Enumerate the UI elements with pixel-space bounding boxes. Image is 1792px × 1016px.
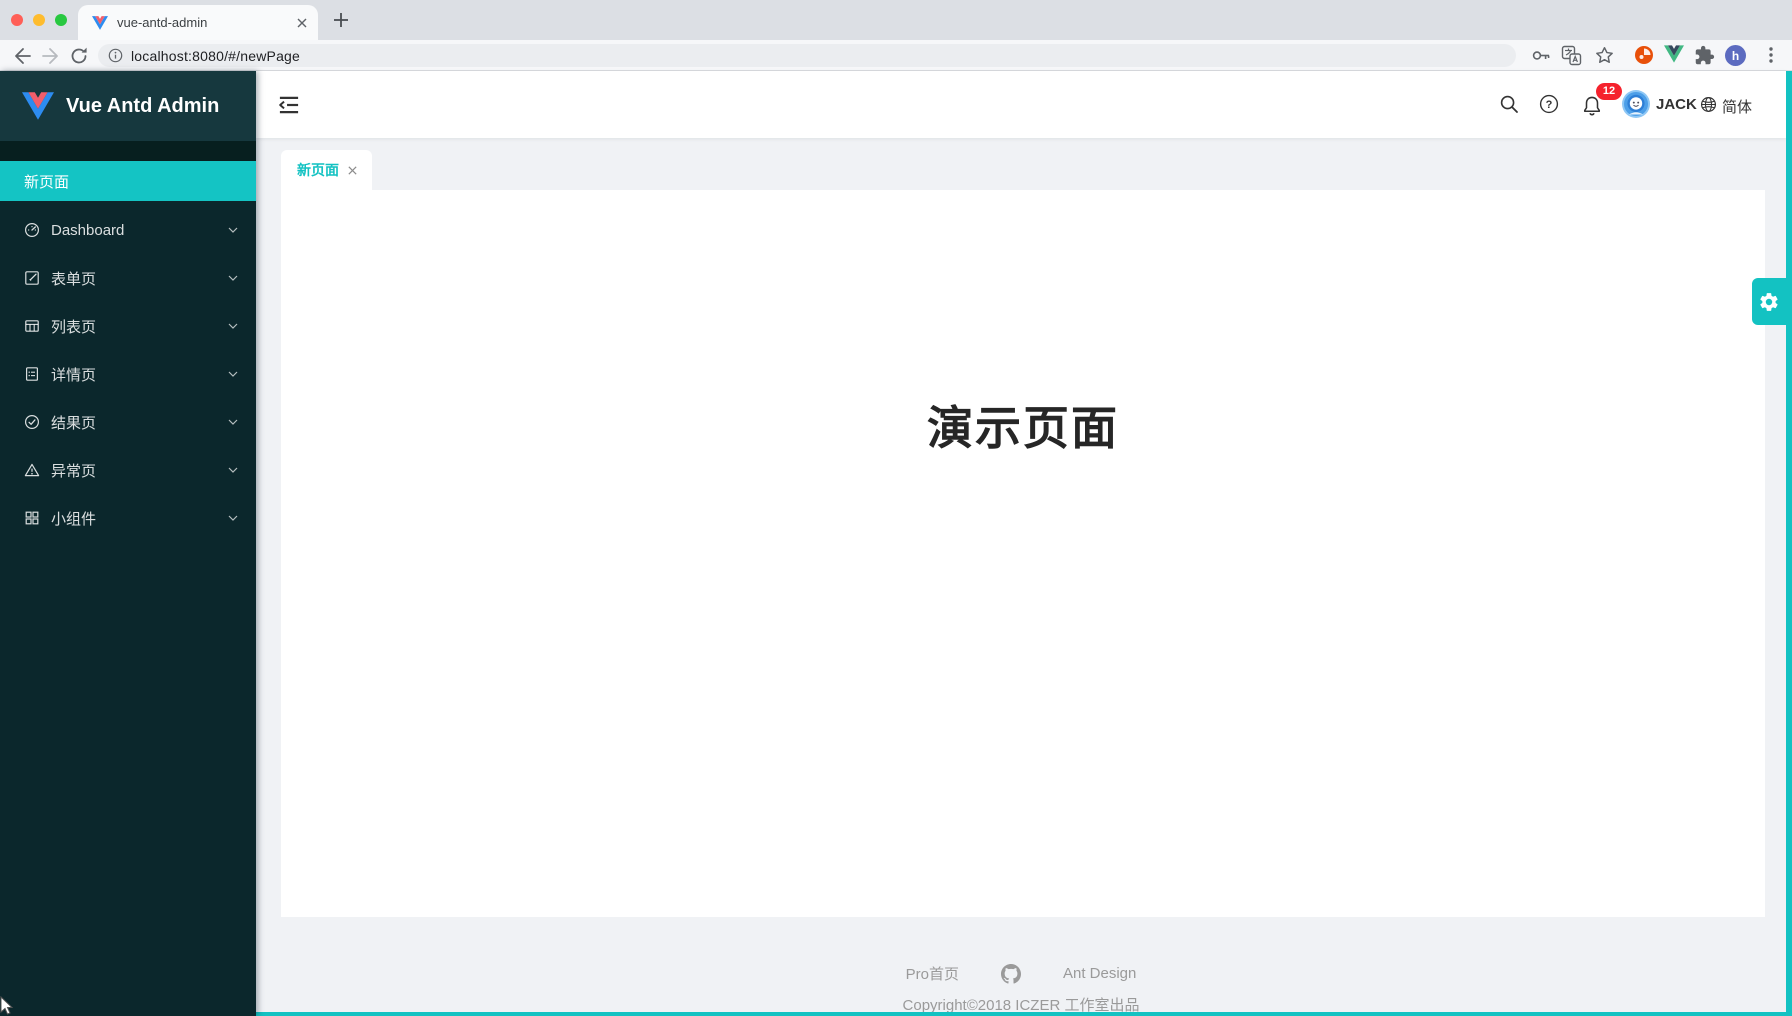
sidebar-item-label: 小组件 — [51, 508, 228, 529]
svg-text:?: ? — [1546, 99, 1553, 111]
close-icon[interactable] — [347, 165, 358, 176]
chevron-down-icon — [228, 515, 238, 521]
drawer-bottom-edge — [256, 1012, 1792, 1016]
info-icon[interactable] — [108, 48, 123, 63]
page-title: 演示页面 — [281, 392, 1765, 458]
sidebar-item-lists[interactable]: 列表页 — [0, 306, 256, 346]
app-logo[interactable]: Vue Antd Admin — [0, 71, 256, 141]
sidebar-item-forms[interactable]: 表单页 — [0, 258, 256, 298]
close-window-button[interactable] — [11, 14, 23, 26]
url-bar[interactable]: localhost:8080/#/newPage — [98, 44, 1516, 67]
table-icon — [24, 318, 40, 334]
sidebar-item-widgets[interactable]: 小组件 — [0, 498, 256, 538]
question-circle-icon[interactable]: ? — [1539, 94, 1559, 114]
reload-icon[interactable] — [68, 45, 90, 67]
vue-favicon — [92, 16, 108, 30]
tab-title: vue-antd-admin — [117, 15, 296, 30]
sidebar-item-label: 新页面 — [24, 171, 69, 192]
page-tab-newpage[interactable]: 新页面 — [281, 150, 372, 190]
forward-icon[interactable] — [40, 45, 62, 67]
star-icon[interactable] — [1594, 45, 1615, 66]
sidebar-item-newpage[interactable]: 新页面 — [0, 161, 256, 201]
browser-tab[interactable]: vue-antd-admin — [78, 5, 318, 40]
chevron-down-icon — [228, 419, 238, 425]
settings-drawer-button[interactable] — [1752, 278, 1786, 325]
sidebar-item-label: 结果页 — [51, 412, 228, 433]
sidebar-item-results[interactable]: 结果页 — [0, 402, 256, 442]
chevron-down-icon — [228, 467, 238, 473]
profile-initial: h — [1732, 49, 1739, 63]
chevron-down-icon — [228, 275, 238, 281]
chevron-down-icon — [228, 323, 238, 329]
footer-link-pro-home[interactable]: Pro首页 — [906, 963, 959, 984]
sidebar-item-label: 异常页 — [51, 460, 228, 481]
menu-top-strip — [0, 141, 256, 161]
key-icon[interactable] — [1531, 45, 1552, 66]
new-tab-button[interactable] — [332, 11, 350, 29]
block-icon — [24, 510, 40, 526]
dashboard-icon — [24, 222, 40, 238]
menu-fold-icon[interactable] — [276, 92, 302, 118]
page-tab-label: 新页面 — [297, 160, 339, 180]
language-selector[interactable]: 简体 — [1722, 96, 1752, 117]
close-tab-icon[interactable] — [296, 17, 308, 29]
translate-icon[interactable] — [1561, 45, 1582, 66]
content-card: 演示页面 — [281, 190, 1765, 917]
user-avatar[interactable] — [1622, 90, 1650, 118]
profile-avatar[interactable]: h — [1725, 45, 1746, 66]
screen: vue-antd-admin localhost:8080/#/newPage — [0, 0, 1792, 1016]
footer-links: Pro首页 Ant Design — [256, 963, 1786, 984]
sidebar-item-label: 列表页 — [51, 316, 228, 337]
sidebar-item-label: Dashboard — [51, 222, 228, 239]
sidebar-item-details[interactable]: 详情页 — [0, 354, 256, 394]
vue-logo-icon — [22, 92, 54, 120]
drawer-right-edge — [1786, 71, 1792, 1016]
globe-icon[interactable] — [1700, 96, 1717, 113]
user-name[interactable]: JACK — [1656, 96, 1697, 113]
notification-badge: 12 — [1596, 83, 1622, 100]
gear-icon — [1758, 291, 1780, 313]
footer-link-ant-design[interactable]: Ant Design — [1063, 965, 1136, 982]
form-icon — [24, 270, 40, 286]
chevron-down-icon — [228, 371, 238, 377]
search-icon[interactable] — [1499, 94, 1519, 114]
orange-extension-icon[interactable] — [1634, 45, 1654, 65]
profile-icon — [24, 366, 40, 382]
browser-tab-strip: vue-antd-admin — [0, 0, 1792, 40]
zoom-window-button[interactable] — [55, 14, 67, 26]
chevron-down-icon — [228, 227, 238, 233]
extensions-puzzle-icon[interactable] — [1694, 45, 1715, 66]
check-circle-icon — [24, 414, 40, 430]
sidebar-item-label: 详情页 — [51, 364, 228, 385]
mouse-cursor — [0, 996, 14, 1016]
back-icon[interactable] — [11, 45, 33, 67]
menu-kebab-icon[interactable] — [1762, 45, 1780, 65]
app-title: Vue Antd Admin — [66, 95, 219, 118]
url-text: localhost:8080/#/newPage — [131, 48, 300, 64]
github-icon[interactable] — [1001, 964, 1021, 984]
sidebar: Vue Antd Admin 新页面 Dashboard — [0, 71, 256, 1016]
warning-icon — [24, 462, 40, 478]
sidebar-item-label: 表单页 — [51, 268, 228, 289]
sidebar-item-dashboard[interactable]: Dashboard — [0, 210, 256, 250]
sidebar-item-exceptions[interactable]: 异常页 — [0, 450, 256, 490]
vue-devtools-icon[interactable] — [1664, 45, 1684, 63]
minimize-window-button[interactable] — [33, 14, 45, 26]
